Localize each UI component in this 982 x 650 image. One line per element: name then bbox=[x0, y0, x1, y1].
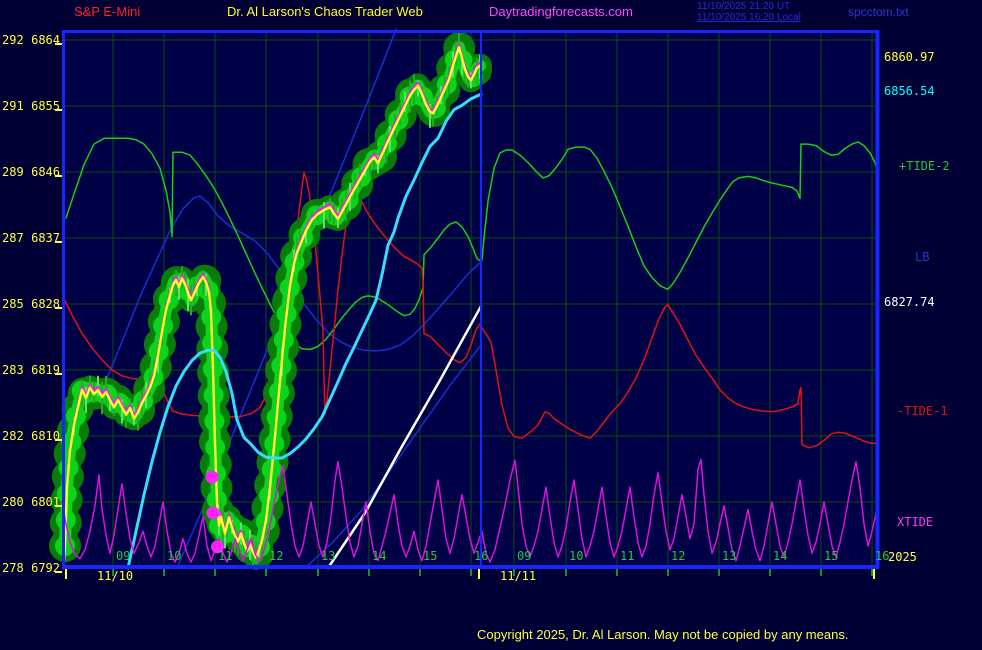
price-axis-label: 289 6846 bbox=[2, 165, 60, 179]
price-axis-label: 287 6837 bbox=[2, 231, 60, 245]
timestamp-local: 11/10/2025 16:20 Local bbox=[697, 12, 801, 24]
plus-tide-legend: +TIDE-2 bbox=[899, 160, 950, 172]
emini-value: 6801 bbox=[31, 495, 60, 509]
price-axis-label: 280 6801 bbox=[2, 495, 60, 509]
spx-value: 280 bbox=[2, 495, 24, 509]
price-axis-label: 283 6819 bbox=[2, 363, 60, 377]
hour-axis-label: 13 bbox=[321, 549, 335, 563]
buy-signal-dot bbox=[206, 471, 219, 484]
spx-value: 278 bbox=[2, 561, 24, 575]
hour-axis-label: 11 bbox=[620, 549, 634, 563]
hour-axis-label: 10 bbox=[167, 549, 181, 563]
symbol-label: S&P E-Mini bbox=[74, 6, 140, 18]
hour-axis-label: 16 bbox=[474, 549, 488, 563]
hour-axis-label: 13 bbox=[722, 549, 736, 563]
spx-value: 283 bbox=[2, 363, 24, 377]
hour-axis-label: 09 bbox=[116, 549, 130, 563]
price-axis-label: 292 6864 bbox=[2, 33, 60, 47]
spx-value: 291 bbox=[2, 99, 24, 113]
year-label: 2025 bbox=[888, 551, 917, 563]
hour-axis-label: 15 bbox=[824, 549, 838, 563]
hour-axis-label: 12 bbox=[671, 549, 685, 563]
price-axis-label: 285 6828 bbox=[2, 297, 60, 311]
xtide-legend: XTIDE bbox=[897, 516, 933, 528]
hour-axis-label: 09 bbox=[517, 549, 531, 563]
last-price-label: 6860.97 bbox=[884, 51, 935, 63]
hour-axis-label: 15 bbox=[423, 549, 437, 563]
emini-value: 6855 bbox=[31, 99, 60, 113]
spx-value: 289 bbox=[2, 165, 24, 179]
page-title: Dr. Al Larson's Chaos Trader Web bbox=[227, 6, 423, 18]
hour-axis-label: 12 bbox=[269, 549, 283, 563]
mid-price-label: 6827.74 bbox=[884, 296, 935, 308]
spx-value: 285 bbox=[2, 297, 24, 311]
buy-signal-dot bbox=[207, 507, 220, 520]
emini-value: 6819 bbox=[31, 363, 60, 377]
emini-value: 6810 bbox=[31, 429, 60, 443]
hour-axis-label: 16 bbox=[875, 549, 889, 563]
spx-value: 287 bbox=[2, 231, 24, 245]
spx-value: 282 bbox=[2, 429, 24, 443]
hour-axis-label: 10 bbox=[569, 549, 583, 563]
date-label-day2: 11/11 bbox=[500, 570, 536, 582]
data-file-link[interactable]: spcctom.txt bbox=[848, 6, 909, 18]
lb-legend: LB bbox=[915, 251, 929, 263]
average-price-label: 6856.54 bbox=[884, 85, 935, 97]
copyright-notice: Copyright 2025, Dr. Al Larson. May not b… bbox=[477, 629, 848, 641]
site-link[interactable]: Daytradingforecasts.com bbox=[489, 6, 633, 18]
emini-value: 6837 bbox=[31, 231, 60, 245]
spx-value: 292 bbox=[2, 33, 24, 47]
emini-value: 6792 bbox=[31, 561, 60, 575]
price-axis-label: 291 6855 bbox=[2, 99, 60, 113]
price-axis-label: 278 6792 bbox=[2, 561, 60, 575]
date-label-day1: 11/10 bbox=[97, 570, 133, 582]
hour-axis-label: 11 bbox=[218, 549, 232, 563]
emini-value: 6828 bbox=[31, 297, 60, 311]
chaos-trader-page: S&P E-Mini Dr. Al Larson's Chaos Trader … bbox=[0, 0, 982, 650]
emini-value: 6864 bbox=[31, 33, 60, 47]
price-axis-label: 282 6810 bbox=[2, 429, 60, 443]
hour-axis-label: 14 bbox=[773, 549, 787, 563]
hour-axis-label: 14 bbox=[372, 549, 386, 563]
emini-value: 6846 bbox=[31, 165, 60, 179]
minus-tide-legend: -TIDE-1 bbox=[897, 405, 948, 417]
